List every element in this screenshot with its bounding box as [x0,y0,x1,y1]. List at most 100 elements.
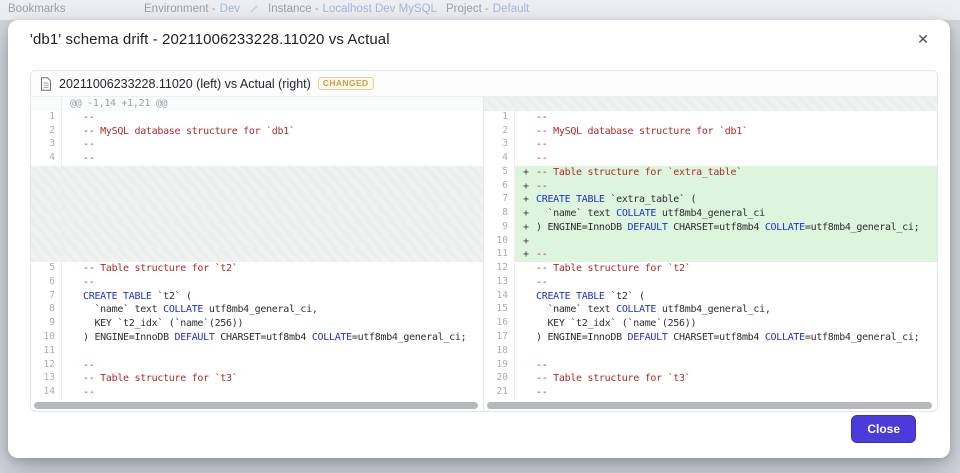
line-content: KEY `t2_idx` (`name`(256)) [83,318,244,330]
diff-line: 12 -- Table structure for `t2` [484,262,937,276]
close-button[interactable]: Close [851,415,916,443]
line-content: `name` text COLLATE utf8mb4_general_ci, [536,304,771,316]
diff-line [484,97,937,111]
line-number: 4 [31,152,62,166]
close-icon[interactable]: ✕ [912,28,934,50]
diff-line: 21 -- [484,386,937,400]
line-content [62,248,483,263]
diff-line: 3 -- [31,138,483,153]
environment-selector[interactable]: Environment - Dev [144,3,240,15]
line-number: 13 [484,275,515,290]
diff-line: 18 [484,344,937,359]
environment-value[interactable]: Dev [220,3,240,15]
line-number: 7 [484,193,515,208]
line-content: -- Table structure for `t3` [83,373,238,385]
changed-badge: CHANGED [317,76,374,91]
diff-line [31,179,483,194]
line-content [515,345,937,359]
diff-line: 9 +) ENGINE=InnoDB DEFAULT CHARSET=utf8mb… [484,220,937,235]
line-content: + `name` text COLLATE utf8mb4_general_ci [515,207,937,221]
diff-line [31,207,483,221]
line-content: -- [536,276,548,288]
diff-line: 5 + -- Table structure for `extra_table` [484,165,937,180]
diff-line: 15 `name` text COLLATE utf8mb4_general_c… [484,303,937,318]
project-selector[interactable]: Project - Default [446,3,529,15]
diff-line: 2 -- MySQL database structure for `db1` [484,124,937,139]
line-number: 7 [31,289,62,304]
line-content: -- MySQL database structure for `db1` [83,125,295,137]
line-content: ) ENGINE=InnoDB DEFAULT CHARSET=utf8mb4 … [536,332,920,344]
diff-file-label: 20211006233228.11020 (left) vs Actual (r… [59,76,311,91]
line-number: 19 [484,358,515,373]
horizontal-scrollbar-right[interactable] [487,402,932,409]
diff-pane-right: 1 -- 2 -- MySQL database structure for `db1… [484,97,937,411]
line-content: -- [83,111,95,123]
line-number: 14 [484,289,515,304]
diff-line: 10) ENGINE=InnoDB DEFAULT CHARSET=utf8mb… [31,331,483,345]
line-content: -- Table structure for `t2` [536,263,691,275]
line-number [31,220,62,235]
instance-icon [250,5,258,13]
line-number: 1 [31,110,62,125]
line-number: 15 [484,303,515,318]
line-content: -- MySQL database structure for `db1` [536,125,748,137]
line-number: 21 [484,386,515,400]
line-number: 14 [31,386,62,400]
line-content [62,179,483,194]
topbar-context-group: Environment - Dev Instance - Localhost D… [144,3,529,15]
line-number [484,97,515,111]
diff-pane-left: @@ -1,14 +1,21 @@ 1 -- 2 -- MySQL database s… [31,97,484,411]
instance-value[interactable]: Localhost Dev MySQL [323,3,437,15]
line-number: 12 [484,262,515,276]
line-number: 2 [484,124,515,139]
line-content: -- Table structure for `t2` [83,263,238,275]
line-number: 9 [484,220,515,235]
diff-body: @@ -1,14 +1,21 @@ 1 -- 2 -- MySQL database s… [31,97,937,411]
diff-header: 20211006233228.11020 (left) vs Actual (r… [31,71,937,97]
modal-title: 'db1' schema drift - 20211006233228.1102… [30,31,390,48]
line-number [31,193,62,208]
diff-line: 10 + [484,234,937,249]
line-content: KEY `t2_idx` (`name`(256)) [536,318,697,330]
line-content [62,193,483,208]
line-content: -- Table structure for `t3` [536,373,691,385]
line-content: @@ -1,14 +1,21 @@ [62,97,483,111]
line-content: -- [83,276,95,288]
line-number [31,165,62,180]
schema-drift-modal: 'db1' schema drift - 20211006233228.1102… [8,20,950,458]
line-number: 3 [31,138,62,153]
diff-line: 17) ENGINE=InnoDB DEFAULT CHARSET=utf8mb… [484,331,937,345]
line-content: `name` text COLLATE utf8mb4_general_ci, [83,304,318,316]
line-number: 20 [484,372,515,387]
line-number: 5 [31,262,62,276]
line-content: -- [83,153,95,165]
diff-line: 6 + -- [484,179,937,194]
line-number: 1 [484,110,515,125]
instance-selector[interactable]: Instance - Localhost Dev MySQL [268,3,437,15]
diff-line [31,165,483,180]
file-icon [41,76,51,91]
diff-line: 1 -- [484,110,937,125]
diff-line: 6 -- [31,275,483,290]
line-number: 16 [484,317,515,332]
diff-line: 7 + CREATE TABLE `extra_table` ( [484,193,937,208]
diff-line: 19 -- [484,358,937,373]
line-number: 8 [31,303,62,318]
horizontal-scrollbar-left[interactable] [34,402,478,409]
diff-line: 3 -- [484,138,937,153]
diff-left-body: @@ -1,14 +1,21 @@ 1 -- 2 -- MySQL database s… [31,97,483,400]
line-content [62,207,483,221]
project-value[interactable]: Default [493,3,529,15]
diff-line [31,220,483,235]
line-content [515,97,937,111]
line-content: + -- [515,179,937,194]
line-number [31,97,62,111]
diff-line: 5 -- Table structure for `t2` [31,262,483,276]
line-content: ) ENGINE=InnoDB DEFAULT CHARSET=utf8mb4 … [83,332,467,344]
diff-line [31,193,483,208]
diff-line: 13 -- [484,275,937,290]
diff-line [31,234,483,249]
diff-line: 20 -- Table structure for `t3` [484,372,937,387]
bookmarks-label: Bookmarks [8,3,66,15]
line-number [31,248,62,263]
